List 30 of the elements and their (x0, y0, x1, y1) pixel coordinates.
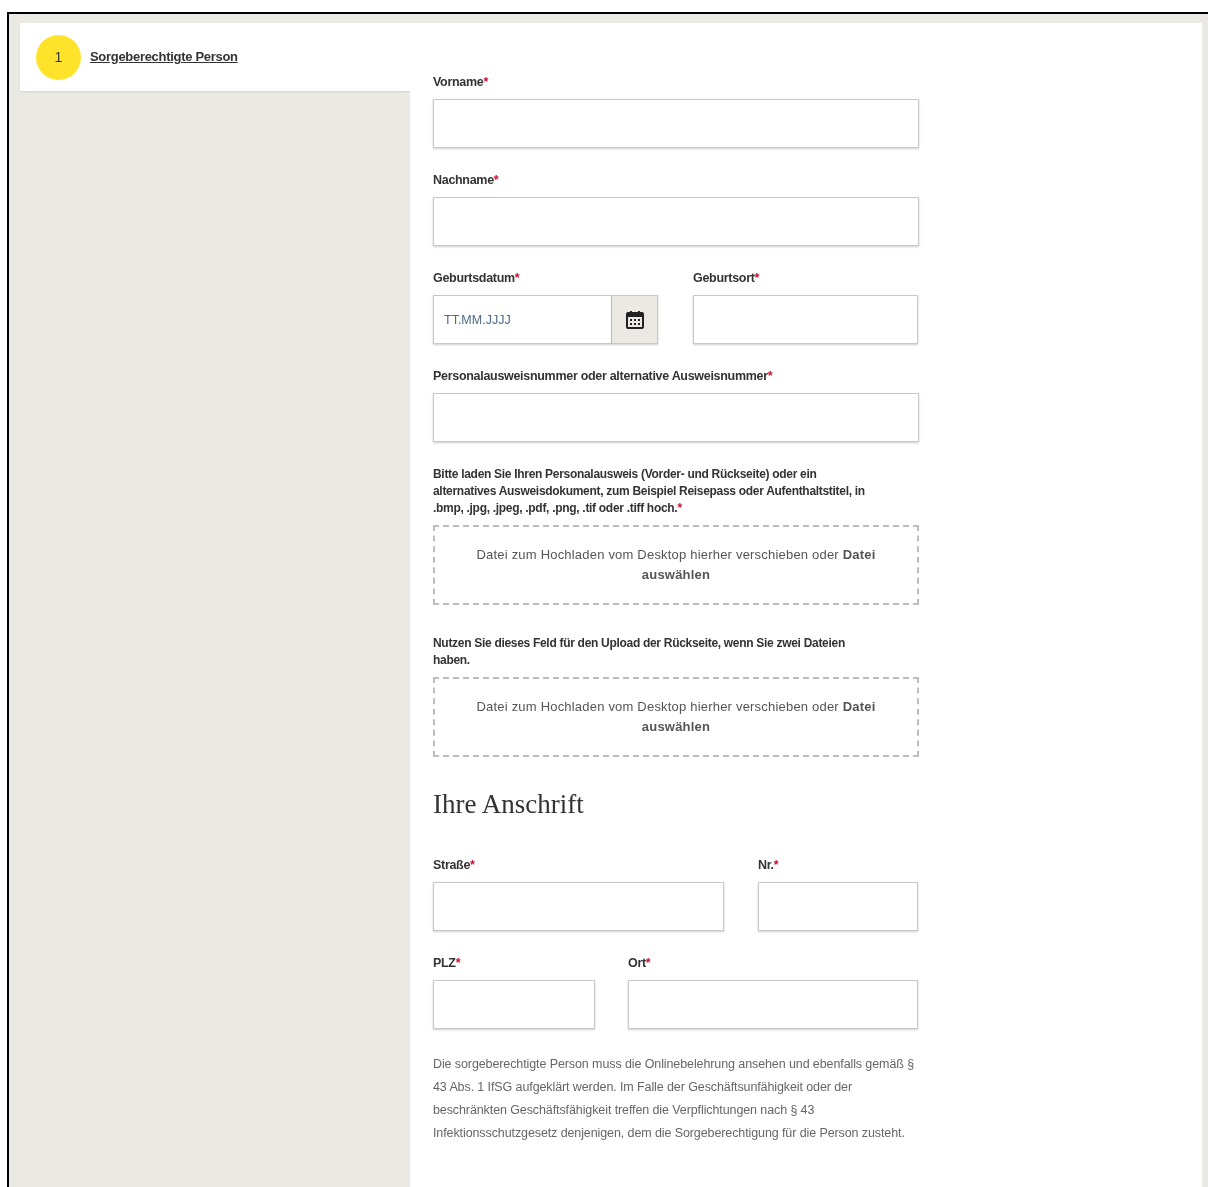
text-input-field[interactable] (433, 197, 919, 246)
field-label: Nachname* (433, 172, 500, 189)
field-label: Geburtsort* (693, 270, 761, 287)
field-label: Personalausweisnummer oder alternative Ausweisnummer* (433, 368, 774, 385)
field-label: Ort* (628, 955, 652, 972)
info-paragraph: Die sorgeberechtigte Person muss die Onlinebelehrung ansehen und ebenfalls gemäß § 43 Abs. 1 IfSG aufgeklärt werden. Im Falle der Geschäftsunfähigkeit oder der beschränkten Geschäftsfähigkeit treffen die Verpflichtungen nach § 43 Infektionsschutzgesetz denjenigen, dem die Sorgeberechtigung für die Person zusteht. (433, 1056, 915, 1142)
file-dropzone[interactable]: Datei zum Hochladen vom Desktop hierher verschieben oder Datei auswählen (433, 525, 919, 605)
upload-instructions: Nutzen Sie dieses Feld für den Upload der Rückseite, wenn Sie zwei Dateien haben. (433, 635, 846, 669)
text-input-field[interactable] (433, 393, 919, 442)
dropzone-text: Datei zum Hochladen vom Desktop hierher verschieben oder Datei auswählen (475, 698, 877, 736)
calendar-button[interactable] (612, 295, 658, 344)
field-label: Straße* (433, 857, 476, 874)
text-input-field[interactable] (693, 295, 918, 344)
step-number-badge: 1 (36, 34, 81, 80)
text-input-field[interactable] (433, 980, 595, 1029)
dropzone-text: Datei zum Hochladen vom Desktop hierher verschieben oder Datei auswählen (475, 546, 877, 584)
field-label: PLZ* (433, 955, 462, 972)
calendar-icon (624, 309, 645, 330)
text-input-field[interactable] (628, 980, 918, 1029)
field-label: Geburtsdatum* (433, 270, 521, 287)
text-input-field[interactable] (758, 882, 918, 931)
file-dropzone[interactable]: Datei zum Hochladen vom Desktop hierher verschieben oder Datei auswählen (433, 677, 919, 757)
date-input-field[interactable]: TT.MM.JJJJ (433, 295, 612, 344)
section-heading: Ihre Anschrift (433, 788, 585, 821)
upload-instructions: Bitte laden Sie Ihren Personalausweis (Vorder- und Rückseite) oder ein alternatives Ausweisdokument, zum Beispiel Reisepass oder Aufenthaltstitel, in .bmp, .jpg, .jpeg, .pdf, .png, .tif oder .tiff hoch.* (433, 466, 866, 517)
step-link[interactable]: Sorgeberechtigte Person (90, 47, 238, 67)
field-label: Nr.* (758, 857, 780, 874)
field-label: Vorname* (433, 74, 490, 91)
text-input-field[interactable] (433, 882, 724, 931)
text-input-field[interactable] (433, 99, 919, 148)
